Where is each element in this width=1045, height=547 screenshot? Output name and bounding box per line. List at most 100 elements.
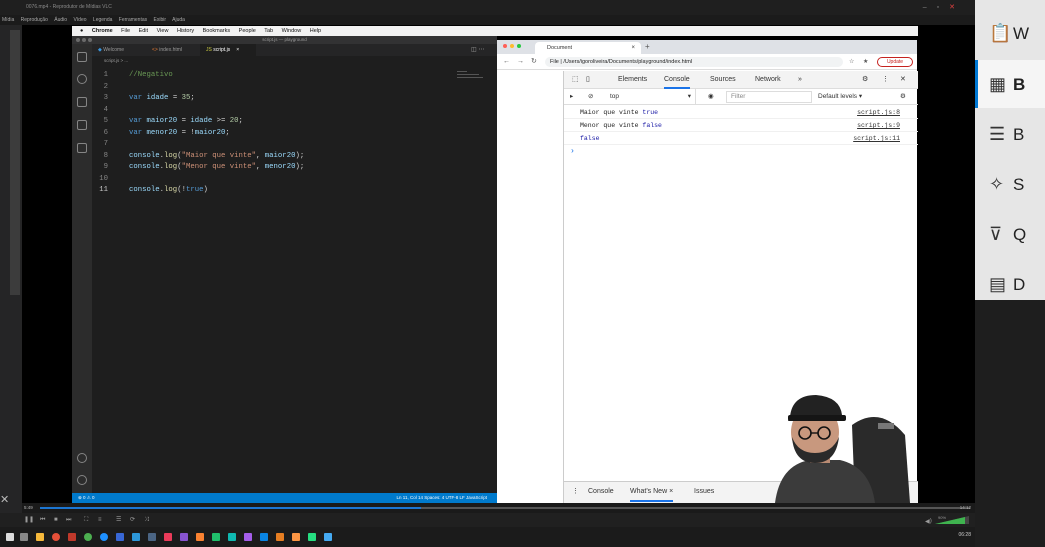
app-icon[interactable] (68, 533, 76, 541)
mac-menu-edit[interactable]: Edit (139, 28, 148, 34)
side-nav-item[interactable]: ▤ D (989, 269, 1045, 299)
previous-icon[interactable]: ⏮ (40, 516, 45, 524)
console-prompt[interactable]: › (564, 146, 918, 158)
file-explorer-icon[interactable] (36, 533, 44, 541)
app-icon[interactable] (308, 533, 316, 541)
side-nav-item[interactable]: ☰ B (989, 119, 1045, 149)
mac-menu-file[interactable]: File (121, 28, 130, 34)
zoom-dot[interactable] (517, 44, 521, 48)
log-levels-dropdown[interactable]: Default levels ▾ (818, 89, 862, 105)
playlist-icon[interactable]: ☰ (116, 516, 121, 524)
app-icon[interactable] (196, 533, 204, 541)
code-line[interactable]: var menor20 = !maior20; (129, 129, 230, 137)
live-expression-eye-icon[interactable]: ◉ (708, 89, 714, 105)
taskbar-clock[interactable]: 06:28 (958, 532, 971, 538)
firefox-icon[interactable] (52, 533, 60, 541)
tab-elements[interactable]: Elements (618, 71, 647, 89)
minimap[interactable] (457, 71, 485, 85)
stop-icon[interactable]: ■ (54, 516, 58, 524)
split-editor-icon[interactable]: ◫ ⋯ (465, 44, 495, 56)
settings-gear-icon[interactable]: ⚙ (862, 71, 868, 89)
zoom-dot[interactable] (88, 38, 92, 42)
app-icon[interactable] (324, 533, 332, 541)
reload-icon[interactable]: ↻ (531, 56, 537, 68)
address-bar[interactable]: File | /Users/igoroliveira/Documents/pla… (545, 57, 843, 67)
drawer-menu-icon[interactable]: ⋮ (572, 482, 579, 502)
back-icon[interactable]: ← (503, 56, 510, 68)
console-filter-input[interactable]: Filter (726, 91, 812, 103)
mac-menu-help[interactable]: Help (310, 28, 321, 34)
side-nav-item[interactable]: ✧ S (989, 169, 1045, 199)
code-editor[interactable]: 1 //Negativo 2 3 var idade = 35; 4 5 var… (92, 65, 497, 493)
code-line[interactable]: console.log("Menor que vinte", menor20); (129, 163, 304, 171)
kebab-menu-icon[interactable]: ⋮ (882, 71, 889, 89)
breadcrumb[interactable]: script.js > ... (92, 56, 497, 65)
drawer-tab-console[interactable]: Console (588, 482, 614, 502)
vlc-icon[interactable] (276, 533, 284, 541)
chrome-icon[interactable] (84, 533, 92, 541)
editor-status-info[interactable]: Ln 11, Col 14 Spaces: 4 UTF-8 LF JavaScr… (397, 493, 487, 503)
mac-menu-bookmarks[interactable]: Bookmarks (203, 28, 231, 34)
search-icon[interactable] (77, 74, 87, 84)
close-dot[interactable] (76, 38, 80, 42)
inspect-element-icon[interactable]: ⬚ (572, 71, 579, 89)
console-settings-icon[interactable]: ⚙ (900, 89, 906, 105)
extensions-icon[interactable]: ★ (863, 56, 868, 68)
tab-script-js[interactable]: JS script.js × (200, 44, 256, 56)
app-icon[interactable] (116, 533, 124, 541)
pause-icon[interactable]: ❚❚ (24, 516, 34, 524)
extended-settings-icon[interactable]: ≡ (98, 516, 102, 524)
vlc-menu-legenda[interactable]: Legenda (93, 17, 112, 23)
start-icon[interactable] (6, 533, 14, 541)
context-selector[interactable]: top ▾ (610, 89, 696, 105)
account-icon[interactable] (77, 453, 87, 463)
app-icon[interactable] (212, 533, 220, 541)
code-line[interactable]: var maior20 = idade >= 20; (129, 117, 243, 125)
new-tab-icon[interactable]: + (645, 42, 650, 52)
side-nav-item[interactable]: ⊽ Q (989, 219, 1045, 249)
tab-network[interactable]: Network (755, 71, 781, 89)
minimize-dot[interactable] (82, 38, 86, 42)
close-tab-icon[interactable]: × (236, 47, 239, 53)
bookmark-star-icon[interactable]: ☆ (849, 56, 854, 68)
clear-console-icon[interactable]: ⊘ (588, 89, 593, 105)
console-source-link[interactable]: script.js:9 (857, 120, 900, 132)
vlc-menu-ferramentas[interactable]: Ferramentas (119, 17, 147, 23)
vlc-seek-bar[interactable]: 5:49 14:12 (22, 503, 975, 513)
tab-welcome[interactable]: ◆ Welcome (92, 44, 142, 56)
close-dot[interactable] (503, 44, 507, 48)
vlc-menu-reproducao[interactable]: Reprodução (21, 17, 48, 23)
device-toolbar-icon[interactable]: ▯ (586, 71, 590, 89)
mac-menu-app[interactable]: Chrome (92, 28, 113, 34)
source-control-icon[interactable] (77, 97, 87, 107)
app-icon[interactable] (228, 533, 236, 541)
vlc-menu-exibir[interactable]: Exibir (154, 17, 167, 23)
browser-tab-document[interactable]: Document × (535, 42, 641, 54)
code-line[interactable]: //Negativo (129, 71, 173, 79)
volume-slider[interactable]: ◀) (925, 515, 970, 525)
loop-icon[interactable]: ⟳ (130, 516, 135, 524)
explorer-icon[interactable] (77, 52, 87, 62)
tab-index-html[interactable]: <> index.html (146, 44, 198, 56)
fullscreen-icon[interactable]: ⛶ (84, 516, 88, 524)
sidebar-toggle-icon[interactable]: ▸ (570, 89, 573, 105)
more-tabs-icon[interactable]: » (798, 71, 802, 89)
code-line[interactable]: console.log("Maior que vinte", maior20); (129, 152, 304, 160)
extensions-icon[interactable] (77, 143, 87, 153)
code-line[interactable]: console.log(!true) (129, 186, 208, 194)
mac-menu-tab[interactable]: Tab (264, 28, 273, 34)
mac-menu-people[interactable]: People (239, 28, 256, 34)
side-nav-item[interactable]: 📋W (989, 18, 1045, 48)
window-controls[interactable]: –▫✕ (923, 0, 965, 15)
app-icon[interactable] (148, 533, 156, 541)
close-devtools-icon[interactable]: ✕ (900, 71, 906, 89)
app-icon[interactable] (180, 533, 188, 541)
console-source-link[interactable]: script.js:11 (853, 133, 900, 145)
problems-indicator[interactable]: ⊗ 0 ⚠ 0 (78, 495, 95, 500)
update-button[interactable]: Update (877, 57, 913, 67)
task-view-icon[interactable] (20, 533, 28, 541)
shuffle-icon[interactable]: ⤨ (144, 516, 149, 524)
drawer-tab-issues[interactable]: Issues (694, 482, 714, 502)
app-icon[interactable] (132, 533, 140, 541)
vlc-menu-midia[interactable]: Mídia (2, 17, 14, 23)
